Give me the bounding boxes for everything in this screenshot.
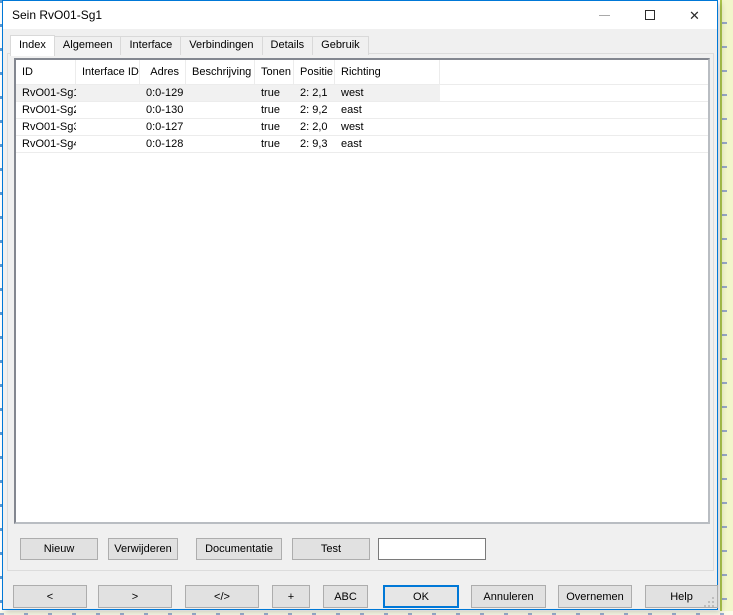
cell-adres: 0:0-129 [140, 87, 186, 99]
close-icon: ✕ [689, 9, 700, 22]
cell-positie: 2: 9,3 [294, 138, 335, 150]
cell-richting: east [335, 138, 440, 150]
overnemen-button[interactable]: Overnemen [558, 585, 632, 608]
cell-id: RvO01-Sg3 [16, 121, 76, 133]
table-row[interactable]: RvO01-Sg4 0:0-128 true2: 9,3east [16, 136, 708, 153]
resize-grip[interactable] [702, 595, 714, 607]
cell-positie: 2: 9,2 [294, 104, 335, 116]
tab-details[interactable]: Details [262, 36, 314, 55]
toolbar: Nieuw Verwijderen Documentatie Test [20, 538, 486, 560]
maximize-icon [645, 10, 655, 20]
table-header-row: IDInterface IDAdresBeschrijvingTonenPosi… [16, 60, 708, 85]
annuleren-button[interactable]: Annuleren [471, 585, 546, 608]
tab-page-index: IDInterface IDAdresBeschrijvingTonenPosi… [7, 53, 714, 571]
table-row[interactable]: RvO01-Sg1 0:0-129 true2: 2,1west [16, 85, 708, 102]
window-title: Sein RvO01-Sg1 [3, 8, 582, 22]
column-header-id[interactable]: ID [16, 60, 76, 85]
background-ruler-ticks [722, 0, 727, 615]
code-button[interactable]: </> [185, 585, 259, 608]
minimize-button[interactable] [582, 1, 627, 29]
next-button[interactable]: > [98, 585, 172, 608]
cell-id: RvO01-Sg2 [16, 104, 76, 116]
previous-button[interactable]: < [13, 585, 87, 608]
table-row[interactable]: RvO01-Sg3 0:0-127 true2: 2,0west [16, 119, 708, 136]
column-header-filler [440, 60, 708, 85]
cell-positie: 2: 2,1 [294, 87, 335, 99]
abc-button[interactable]: ABC [323, 585, 368, 608]
background-bottom-strip [0, 611, 733, 615]
cell-adres: 0:0-128 [140, 138, 186, 150]
cell-richting: east [335, 104, 440, 116]
cell-tonen: true [255, 121, 294, 133]
background-right-strip [720, 0, 733, 615]
verwijderen-button[interactable]: Verwijderen [108, 538, 178, 560]
cell-adres: 0:0-130 [140, 104, 186, 116]
ok-button[interactable]: OK [383, 585, 459, 608]
test-value-input[interactable] [378, 538, 486, 560]
tab-interface[interactable]: Interface [120, 36, 181, 55]
column-header-adres[interactable]: Adres [140, 60, 186, 85]
title-bar: Sein RvO01-Sg1 ✕ [3, 1, 717, 29]
plus-button[interactable]: + [272, 585, 310, 608]
cell-tonen: true [255, 87, 294, 99]
tab-strip: IndexAlgemeenInterfaceVerbindingenDetail… [10, 34, 368, 55]
documentatie-button[interactable]: Documentatie [196, 538, 282, 560]
cell-richting: west [335, 121, 440, 133]
table-row[interactable]: RvO01-Sg2 0:0-130 true2: 9,2east [16, 102, 708, 119]
table-body: RvO01-Sg10:0-129true2: 2,1westRvO01-Sg20… [16, 85, 708, 153]
cell-tonen: true [255, 104, 294, 116]
tab-verbindingen[interactable]: Verbindingen [180, 36, 262, 55]
column-header-positie[interactable]: Positie [294, 60, 335, 85]
close-button[interactable]: ✕ [672, 1, 717, 29]
nieuw-button[interactable]: Nieuw [20, 538, 98, 560]
cell-id: RvO01-Sg1 [16, 87, 76, 99]
cell-id: RvO01-Sg4 [16, 138, 76, 150]
cell-adres: 0:0-127 [140, 121, 186, 133]
signals-table: IDInterface IDAdresBeschrijvingTonenPosi… [14, 58, 710, 524]
column-header-tonen[interactable]: Tonen [255, 60, 294, 85]
footer-button-row: <></>+ABCOKAnnulerenOvernemenHelp [13, 585, 718, 608]
window-controls: ✕ [582, 1, 717, 29]
tab-index[interactable]: Index [10, 35, 55, 56]
cell-positie: 2: 2,0 [294, 121, 335, 133]
column-header-interface-id[interactable]: Interface ID [76, 60, 140, 85]
minimize-icon [599, 15, 610, 16]
tab-algemeen[interactable]: Algemeen [54, 36, 122, 55]
tab-gebruik[interactable]: Gebruik [312, 36, 369, 55]
cell-richting: west [335, 87, 440, 99]
test-button[interactable]: Test [292, 538, 370, 560]
column-header-richting[interactable]: Richting [335, 60, 440, 85]
dialog-window: Sein RvO01-Sg1 ✕ IndexAlgemeenInterfaceV… [2, 0, 718, 610]
column-header-beschrijving[interactable]: Beschrijving [186, 60, 255, 85]
cell-tonen: true [255, 138, 294, 150]
maximize-button[interactable] [627, 1, 672, 29]
